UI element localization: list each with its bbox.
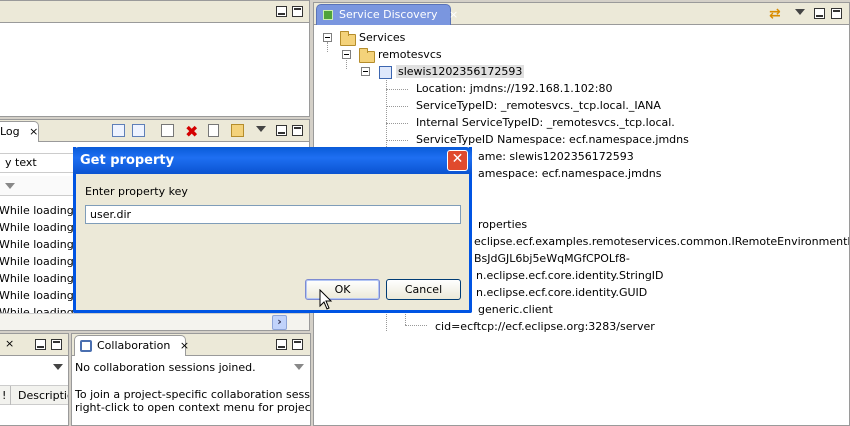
sort-icon[interactable]: [5, 183, 15, 189]
minimize-button[interactable]: [276, 6, 287, 17]
tree-node-host[interactable]: slewis1202356172593: [396, 65, 525, 78]
tree-node-detail[interactable]: Location: jmdns://192.168.1.102:80: [416, 82, 612, 95]
dialog-close-button[interactable]: ✕: [447, 150, 468, 171]
mouse-cursor-icon: [319, 289, 333, 310]
property-key-value: user.dir: [90, 208, 132, 221]
network-icon: [323, 10, 333, 20]
import-log-icon[interactable]: [132, 124, 145, 137]
delete-log-icon[interactable]: ✖: [185, 122, 198, 141]
service-node-icon: [379, 66, 392, 79]
close-icon[interactable]: ×: [180, 339, 189, 352]
folder-open-icon: [340, 31, 356, 46]
tab-log-label: Log: [0, 125, 20, 138]
tab-collaboration[interactable]: Collaboration ×: [74, 335, 189, 356]
column-description[interactable]: Descriptio: [18, 389, 68, 402]
tree-line: [386, 140, 408, 141]
collapse-toggle[interactable]: [361, 67, 370, 76]
log-filter-value: y text: [5, 156, 37, 169]
tree-line: [346, 58, 347, 69]
minimize-button[interactable]: [276, 339, 287, 350]
minimize-button[interactable]: [276, 125, 287, 136]
view-menu-icon[interactable]: [256, 126, 266, 132]
tab-log[interactable]: Log ×: [0, 121, 39, 142]
tree-node-remotesvcs[interactable]: remotesvcs: [378, 48, 442, 61]
view-menu-icon[interactable]: [294, 364, 304, 370]
tasks-view: × ! Descriptio: [0, 333, 69, 426]
tree-node-detail[interactable]: ServiceTypeID Namespace: ecf.namespace.j…: [416, 133, 689, 146]
view-menu-icon[interactable]: [53, 364, 63, 370]
tree-line: [386, 106, 408, 107]
tree-line: [405, 325, 427, 326]
tasks-header: ! Descriptio: [0, 386, 68, 405]
ok-label: OK: [334, 283, 351, 296]
close-icon[interactable]: ×: [449, 8, 458, 21]
collaboration-help-2: right-click to open context menu for pro…: [75, 401, 311, 414]
tasks-tabbar: ×: [0, 334, 68, 356]
property-key-input[interactable]: user.dir: [85, 205, 461, 224]
maximize-button[interactable]: [292, 339, 303, 350]
tree-node-property[interactable]: n.eclipse.ecf.core.identity.GUID: [476, 286, 647, 299]
tree-node-detail[interactable]: amespace: ecf.namespace.jmdns: [478, 167, 662, 180]
horizontal-scrollbar[interactable]: ›: [0, 313, 309, 330]
dialog-prompt: Enter property key: [85, 185, 188, 198]
folder-open-icon: [359, 48, 375, 63]
tab-service-discovery[interactable]: Service Discovery ×: [316, 4, 458, 25]
collaboration-status: No collaboration sessions joined.: [75, 361, 256, 374]
dialog-title: Get property: [80, 153, 175, 168]
tasks-toolbar: [0, 356, 68, 386]
tab-collaboration-label: Collaboration: [97, 339, 171, 352]
cancel-button[interactable]: Cancel: [386, 279, 461, 300]
collaboration-icon: [80, 340, 92, 352]
column-divider: [10, 386, 11, 405]
tree-node-properties[interactable]: roperties: [478, 218, 527, 231]
tree-line: [386, 89, 408, 90]
collapse-toggle[interactable]: [342, 50, 351, 59]
ok-button[interactable]: OK: [305, 279, 380, 300]
tree-line: [386, 123, 408, 124]
view-menu-icon[interactable]: [795, 9, 805, 15]
collaboration-tabbar: Collaboration ×: [72, 334, 310, 356]
close-icon: ✕: [451, 151, 464, 167]
tree-node-property[interactable]: n.eclipse.ecf.core.identity.StringID: [476, 269, 664, 282]
tab-service-discovery-label: Service Discovery: [339, 8, 438, 21]
minimize-button[interactable]: [814, 8, 825, 19]
tree-node-detail[interactable]: Internal ServiceTypeID: _remotesvcs._tcp…: [416, 116, 675, 129]
tree-node-property[interactable]: BsJdGJL6bj5eWqMGfCPOLf8-: [474, 252, 630, 265]
collapse-toggle[interactable]: [323, 33, 332, 42]
arrow-right-icon: ›: [277, 315, 282, 328]
maximize-button[interactable]: [292, 6, 303, 17]
maximize-button[interactable]: [831, 8, 842, 19]
service-discovery-tabbar: Service Discovery × ⇄: [314, 3, 849, 25]
maximize-button[interactable]: [292, 125, 303, 136]
minimize-button[interactable]: [35, 339, 46, 350]
collaboration-view: Collaboration × No collaboration session…: [71, 333, 311, 426]
close-icon[interactable]: ×: [5, 337, 14, 350]
tree-node-detail[interactable]: ServiceTypeID: _remotesvcs._tcp.local._I…: [416, 99, 661, 112]
open-log-icon[interactable]: [208, 124, 219, 137]
refresh-icon[interactable]: ⇄: [769, 6, 781, 22]
collaboration-help-1: To join a project-specific collaboration…: [75, 388, 310, 401]
tree-line: [327, 42, 328, 52]
top-left-tabbar: [0, 1, 309, 23]
tree-node-services[interactable]: Services: [359, 31, 405, 44]
restore-log-icon[interactable]: [231, 124, 244, 137]
column-priority[interactable]: !: [2, 389, 6, 402]
cancel-label: Cancel: [404, 283, 443, 296]
dialog-titlebar[interactable]: Get property ✕: [73, 147, 472, 174]
top-left-view: [0, 0, 310, 117]
tree-node-property[interactable]: eclipse.ecf.examples.remoteservices.comm…: [474, 235, 849, 248]
close-icon[interactable]: ×: [29, 125, 38, 138]
tree-node-detail[interactable]: ame: slewis1202356172593: [478, 150, 634, 163]
clear-log-icon[interactable]: [161, 124, 174, 137]
tree-node-property[interactable]: generic.client: [478, 303, 553, 316]
tree-node-cid[interactable]: cid=ecftcp://ecf.eclipse.org:3283/server: [435, 320, 655, 333]
export-log-icon[interactable]: [112, 124, 125, 137]
maximize-button[interactable]: [51, 339, 62, 350]
scroll-right-button[interactable]: ›: [272, 315, 287, 330]
log-tabbar: Log × ✖: [0, 120, 309, 142]
